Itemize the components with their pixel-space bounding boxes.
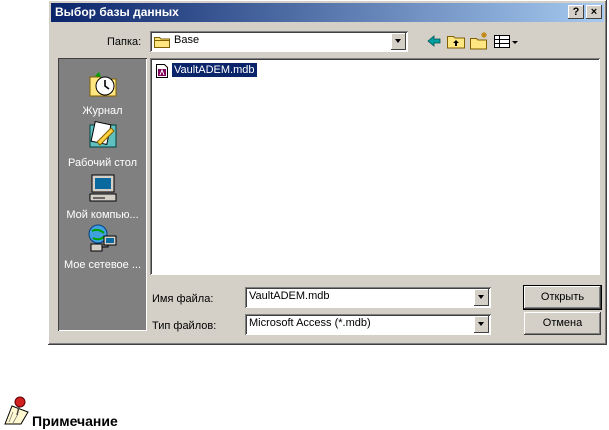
close-button[interactable]: × bbox=[586, 5, 602, 19]
filetype-label: Тип файлов: bbox=[152, 320, 217, 332]
folder-icon bbox=[154, 37, 170, 48]
file-name: VaultADEM.mdb bbox=[172, 63, 257, 77]
place-label: Мое сетевое ... bbox=[63, 259, 142, 271]
access-db-icon bbox=[156, 64, 168, 78]
place-label: Мой компью... bbox=[66, 209, 139, 221]
filetype-dropdown-arrow[interactable] bbox=[474, 316, 489, 333]
folder-value: Base bbox=[174, 34, 200, 46]
filename-input[interactable]: VaultADEM.mdb bbox=[245, 287, 491, 308]
place-my-computer[interactable]: Мой компью... bbox=[58, 172, 147, 221]
places-bar: Журнал Рабочий стол Мой компью... Мое се… bbox=[58, 58, 147, 331]
filename-value: VaultADEM.mdb bbox=[249, 290, 330, 302]
help-button[interactable]: ? bbox=[568, 5, 584, 19]
cancel-button[interactable]: Отмена bbox=[524, 312, 601, 335]
place-network[interactable]: Мое сетевое ... bbox=[58, 222, 147, 271]
dialog-title: Выбор базы данных bbox=[55, 5, 179, 19]
place-label: Рабочий стол bbox=[67, 157, 138, 169]
network-places-icon bbox=[88, 224, 116, 252]
filetype-select[interactable]: Microsoft Access (*.mdb) bbox=[245, 314, 491, 335]
filename-label: Имя файла: bbox=[152, 293, 214, 305]
place-desktop[interactable]: Рабочий стол bbox=[58, 120, 147, 169]
place-history[interactable]: Журнал bbox=[58, 68, 147, 117]
new-folder-icon[interactable] bbox=[469, 31, 489, 51]
view-menu-icon[interactable] bbox=[492, 31, 520, 51]
filename-dropdown-arrow[interactable] bbox=[474, 289, 489, 306]
folder-dropdown-arrow[interactable] bbox=[391, 33, 406, 50]
place-label: Журнал bbox=[82, 105, 123, 117]
folder-label: Папка: bbox=[107, 36, 142, 48]
title-bar[interactable]: Выбор базы данных ? × bbox=[51, 3, 604, 22]
desktop-icon bbox=[89, 120, 116, 148]
back-arrow-icon[interactable] bbox=[424, 31, 444, 51]
history-icon bbox=[89, 72, 116, 97]
file-list[interactable]: VaultADEM.mdb bbox=[150, 58, 600, 275]
note-label: Примечание bbox=[32, 413, 118, 429]
filetype-value: Microsoft Access (*.mdb) bbox=[249, 317, 371, 329]
open-button[interactable]: Открыть bbox=[523, 285, 602, 310]
my-computer-icon bbox=[89, 174, 116, 202]
up-folder-icon[interactable] bbox=[446, 31, 466, 51]
note-pin-icon bbox=[4, 396, 29, 425]
folder-combo[interactable]: Base bbox=[150, 31, 408, 52]
file-dialog: Выбор базы данных ? × Папка: Base Журнал… bbox=[48, 0, 607, 345]
